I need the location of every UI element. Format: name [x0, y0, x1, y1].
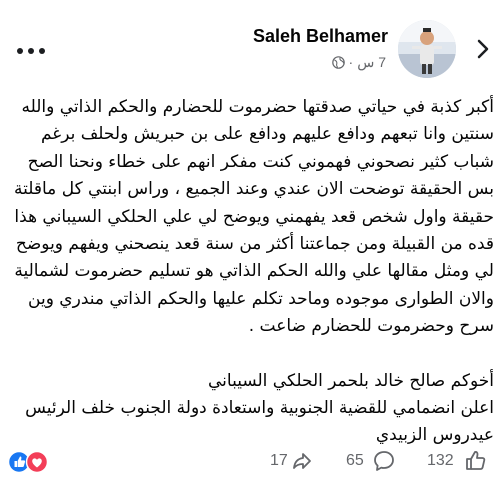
reactions-summary[interactable]	[7, 450, 50, 474]
timestamp[interactable]: 7 س	[357, 54, 386, 71]
comment-icon[interactable]	[372, 449, 396, 473]
post-meta: 7 س ·	[331, 53, 386, 71]
share-icon[interactable]	[290, 449, 314, 473]
comments-count[interactable]: 65	[346, 452, 364, 470]
author-name[interactable]: Saleh Belhamer	[253, 26, 388, 47]
globe-icon	[331, 55, 345, 69]
post-paragraph: أكبر كذبة في حياتي صدقتها حضرموت للحضارم…	[14, 97, 494, 337]
post-body: أكبر كذبة في حياتي صدقتها حضرموت للحضارم…	[6, 94, 494, 450]
post-header: Saleh Belhamer 7 س ·	[0, 0, 500, 80]
thumbs-up-icon[interactable]	[464, 449, 488, 473]
meta-separator: ·	[348, 54, 354, 70]
more-dots-icon[interactable]	[16, 36, 46, 60]
post-paragraph: أخوكم صالح خالد بلحمر الحلكي السيباني	[207, 370, 494, 391]
likes-count[interactable]: 132	[427, 452, 454, 470]
post-stats: 17 65 132	[0, 446, 500, 482]
avatar[interactable]	[398, 20, 456, 78]
chevron-right-icon[interactable]	[472, 38, 494, 60]
shares-count[interactable]: 17	[270, 452, 288, 470]
love-icon	[25, 450, 49, 474]
post-paragraph: اعلن انضمامي للقضية الجنوبية واستعادة دو…	[25, 398, 494, 446]
